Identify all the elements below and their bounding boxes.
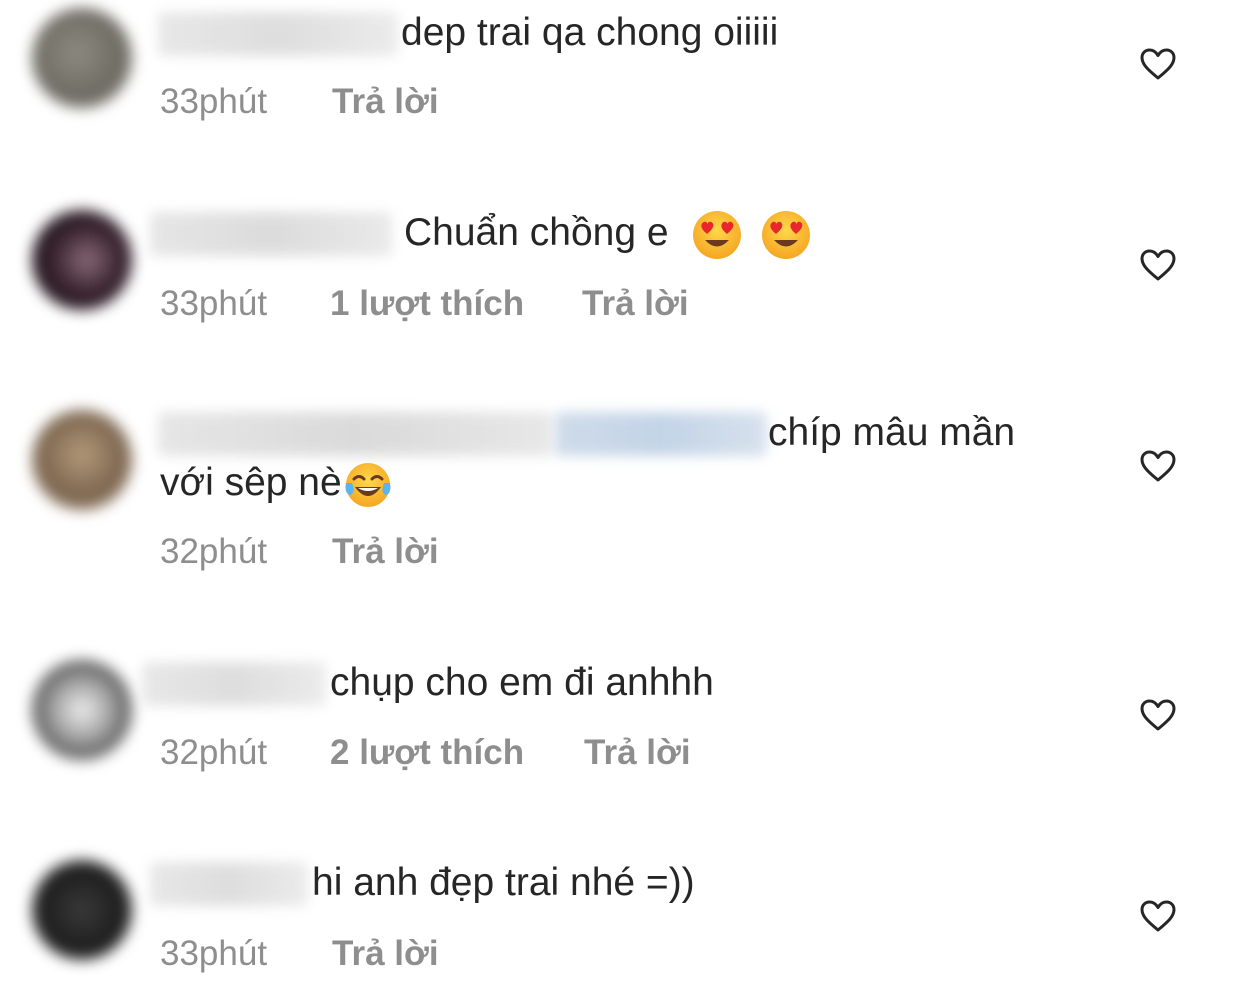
tears-of-joy-emoji bbox=[345, 462, 391, 507]
heart-eyes-emoji bbox=[693, 210, 742, 259]
heart-outline-icon[interactable] bbox=[1139, 899, 1177, 933]
comment-time: 33phút bbox=[160, 82, 268, 121]
comment-text: hi anh đẹp trai nhé =)) bbox=[312, 861, 695, 904]
comment-item: hi anh đẹp trai nhé =)) 33phút Trả lời bbox=[0, 850, 1242, 988]
likes-count[interactable]: 1 lượt thích bbox=[330, 283, 524, 325]
reply-button[interactable]: Trả lời bbox=[332, 81, 439, 123]
avatar[interactable] bbox=[32, 8, 132, 108]
likes-count[interactable]: 2 lượt thích bbox=[330, 732, 524, 774]
avatar[interactable] bbox=[32, 660, 132, 760]
reply-button[interactable]: Trả lời bbox=[332, 531, 439, 573]
comment-text: dep trai qa chong oiiiii bbox=[401, 11, 779, 54]
heart-outline-icon[interactable] bbox=[1139, 47, 1177, 81]
comment-time: 32phút bbox=[160, 532, 268, 571]
comment-text-content: với sêp nè bbox=[160, 461, 342, 504]
reply-button[interactable]: Trả lời bbox=[584, 732, 691, 774]
comment-text: Chuẩn chồng e bbox=[404, 208, 812, 261]
username-blurred[interactable] bbox=[142, 662, 326, 706]
avatar[interactable] bbox=[32, 860, 132, 960]
comment-text-content: Chuẩn chồng e bbox=[404, 211, 669, 254]
username-blurred[interactable] bbox=[158, 12, 398, 56]
heart-eyes-emoji bbox=[762, 210, 811, 259]
username-blurred[interactable] bbox=[150, 212, 392, 256]
comment-time: 33phút bbox=[160, 284, 268, 323]
avatar[interactable] bbox=[32, 210, 132, 310]
comment-text-line2: với sêp nè bbox=[160, 458, 394, 511]
comment-text: chíp mâu mần bbox=[768, 411, 1016, 454]
avatar[interactable] bbox=[32, 410, 132, 510]
comment-text: chụp cho em đi anhhh bbox=[330, 661, 714, 704]
heart-outline-icon[interactable] bbox=[1139, 248, 1177, 282]
heart-outline-icon[interactable] bbox=[1139, 698, 1177, 732]
reply-button[interactable]: Trả lời bbox=[582, 283, 689, 325]
mention-blurred[interactable] bbox=[555, 412, 767, 456]
heart-outline-icon[interactable] bbox=[1139, 449, 1177, 483]
comment-time: 32phút bbox=[160, 733, 268, 772]
username-blurred[interactable] bbox=[150, 862, 308, 906]
comment-item: dep trai qa chong oiiiii 33phút Trả lời bbox=[0, 0, 1242, 200]
reply-button[interactable]: Trả lời bbox=[332, 933, 439, 975]
comment-item: Chuẩn chồng e 33phút 1 lượt thích Trả lờ… bbox=[0, 200, 1242, 400]
username-blurred[interactable] bbox=[158, 412, 553, 456]
comment-item: chíp mâu mần với sêp nè 32phút Trả lời bbox=[0, 400, 1242, 610]
comment-item: chụp cho em đi anhhh 32phút 2 lượt thích… bbox=[0, 650, 1242, 850]
comment-time: 33phút bbox=[160, 934, 268, 973]
